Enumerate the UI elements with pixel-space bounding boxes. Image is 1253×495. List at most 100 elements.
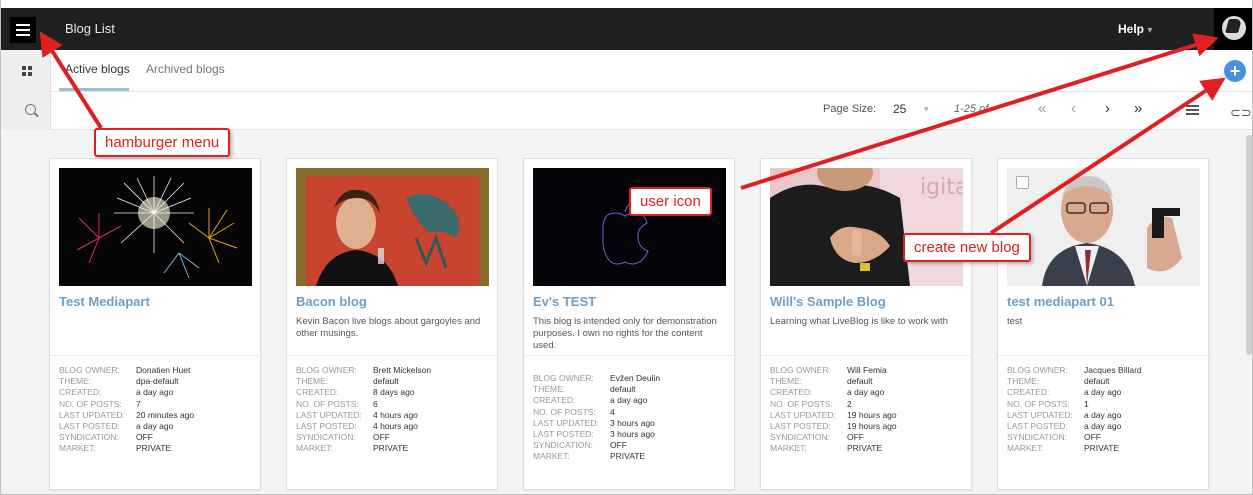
meta-posted: a day ago — [1084, 421, 1122, 432]
meta-updated: 19 hours ago — [847, 409, 897, 420]
divider — [998, 355, 1210, 356]
meta-created: a day ago — [610, 395, 648, 406]
blog-title[interactable]: Will's Sample Blog — [770, 294, 886, 309]
meta-label: SYNDICATION: — [296, 432, 356, 443]
meta-label: NO. OF POSTS: — [770, 398, 833, 409]
divider — [50, 355, 262, 356]
blog-description: test — [1007, 316, 1023, 327]
meta-posts: 1 — [1084, 398, 1089, 409]
meta-updated: 3 hours ago — [610, 417, 655, 428]
meta-label: CREATED: — [59, 387, 102, 398]
meta-syndication: OFF — [136, 432, 153, 443]
meta-label: NO. OF POSTS: — [59, 398, 122, 409]
divider — [287, 355, 499, 356]
meta-label: LAST UPDATED: — [533, 417, 599, 428]
blog-card[interactable]: igital Will's Sample Blog Learning what … — [760, 158, 973, 490]
blog-title[interactable]: Bacon blog — [296, 294, 367, 309]
page-size-select[interactable]: 25 — [893, 102, 906, 116]
blog-card[interactable]: Test Mediapart BLOG OWNER: Donatien Huet … — [49, 158, 262, 490]
help-label: Help — [1118, 22, 1145, 36]
meta-label: LAST UPDATED: — [59, 409, 125, 420]
grid-view-icon[interactable] — [22, 66, 32, 76]
tab-active-blogs[interactable]: Active blogs — [65, 62, 130, 76]
meta-owner: Will Femia — [847, 365, 887, 375]
meta-theme: default — [610, 384, 636, 395]
meta-owner: Evžen Deulin — [610, 373, 661, 383]
meta-label: LAST POSTED: — [770, 421, 831, 432]
next-page-button[interactable]: › — [1105, 100, 1110, 117]
blog-title[interactable]: Ev's TEST — [533, 294, 596, 309]
list-view-icon[interactable] — [1186, 105, 1199, 115]
meta-posts: 6 — [373, 398, 378, 409]
meta-syndication: OFF — [1084, 432, 1101, 443]
meta-market: PRIVATE — [610, 451, 646, 462]
blog-description: This blog is intended only for demonstra… — [533, 316, 717, 351]
meta-market: PRIVATE — [847, 443, 883, 454]
page-title: Blog List — [65, 21, 115, 36]
hamburger-icon[interactable] — [10, 17, 36, 43]
meta-owner: Brett Mickelson — [373, 365, 432, 375]
meta-theme: dpa-default — [136, 376, 179, 387]
meta-label: SYNDICATION: — [533, 440, 593, 451]
scrollbar[interactable] — [1246, 135, 1252, 355]
meta-label: SYNDICATION: — [770, 432, 830, 443]
meta-posts: 2 — [847, 398, 852, 409]
help-menu[interactable]: Help ▾ — [1118, 22, 1152, 36]
first-page-button[interactable]: « — [1038, 100, 1046, 117]
user-avatar-icon[interactable] — [1214, 8, 1252, 50]
meta-label: CREATED: — [296, 387, 339, 398]
blog-description: Kevin Bacon live blogs about gargoyles a… — [296, 316, 481, 339]
meta-posts: 4 — [610, 406, 615, 417]
meta-label: MARKET: — [296, 443, 333, 454]
tab-archived-blogs[interactable]: Archived blogs — [146, 62, 225, 76]
blog-thumbnail: igital — [770, 168, 963, 286]
meta-created: 8 days ago — [373, 387, 415, 398]
meta-theme: default — [1084, 376, 1110, 387]
add-icon[interactable]: + — [1224, 60, 1246, 82]
meta-market: PRIVATE — [1084, 443, 1120, 454]
meta-syndication: OFF — [610, 440, 627, 451]
meta-label: NO. OF POSTS: — [1007, 398, 1070, 409]
divider — [524, 355, 736, 356]
view-toggle[interactable] — [1, 50, 51, 92]
top-header: Blog List Help ▾ — [1, 0, 1252, 50]
meta-syndication: OFF — [373, 432, 390, 443]
meta-posts: 7 — [136, 398, 141, 409]
meta-label: CREATED: — [1007, 387, 1050, 398]
meta-updated: 4 hours ago — [373, 409, 418, 420]
app-window: Blog List Help ▾ Active blogs Archived b… — [0, 0, 1253, 495]
prev-page-button[interactable]: ‹ — [1071, 100, 1076, 117]
meta-label: BLOG OWNER: — [1007, 365, 1068, 375]
blog-title[interactable]: test mediapart 01 — [1007, 294, 1114, 309]
chevron-down-icon[interactable]: ▾ — [924, 104, 929, 115]
meta-label: BLOG OWNER: — [533, 373, 594, 383]
meta-updated: a day ago — [1084, 409, 1122, 420]
meta-posted: 3 hours ago — [610, 429, 655, 440]
list-toolbar: Page Size: 25 ▾ 1-25 of « ‹ › » ⊂⊃ — [1, 92, 1252, 130]
meta-syndication: OFF — [847, 432, 864, 443]
blog-title[interactable]: Test Mediapart — [59, 294, 150, 309]
divider — [761, 355, 973, 356]
meta-label: THEME: — [1007, 376, 1040, 387]
meta-created: a day ago — [136, 387, 174, 398]
link-icon[interactable]: ⊂⊃ — [1230, 105, 1252, 121]
meta-market: PRIVATE — [373, 443, 409, 454]
meta-label: LAST UPDATED: — [1007, 409, 1073, 420]
page-range: 1-25 of — [954, 103, 989, 115]
select-checkbox[interactable] — [1016, 176, 1029, 189]
blog-meta: BLOG OWNER: Donatien Huet THEME: dpa-defau… — [59, 365, 194, 455]
meta-label: NO. OF POSTS: — [533, 406, 596, 417]
meta-posted: a day ago — [136, 421, 174, 432]
blog-card[interactable]: test mediapart 01 test BLOG OWNER: Jacque… — [997, 158, 1210, 490]
blog-card[interactable]: Bacon blog Kevin Bacon live blogs about … — [286, 158, 499, 490]
meta-label: LAST POSTED: — [1007, 421, 1068, 432]
last-page-button[interactable]: » — [1134, 100, 1142, 117]
meta-label: SYNDICATION: — [59, 432, 119, 443]
blog-thumbnail — [59, 168, 252, 286]
meta-label: LAST POSTED: — [296, 421, 357, 432]
thumb-text: igital — [920, 175, 963, 200]
meta-label: LAST UPDATED: — [296, 409, 362, 420]
search-icon[interactable] — [25, 104, 36, 115]
meta-owner: Jacques Billard — [1084, 365, 1142, 375]
meta-label: THEME: — [296, 376, 329, 387]
